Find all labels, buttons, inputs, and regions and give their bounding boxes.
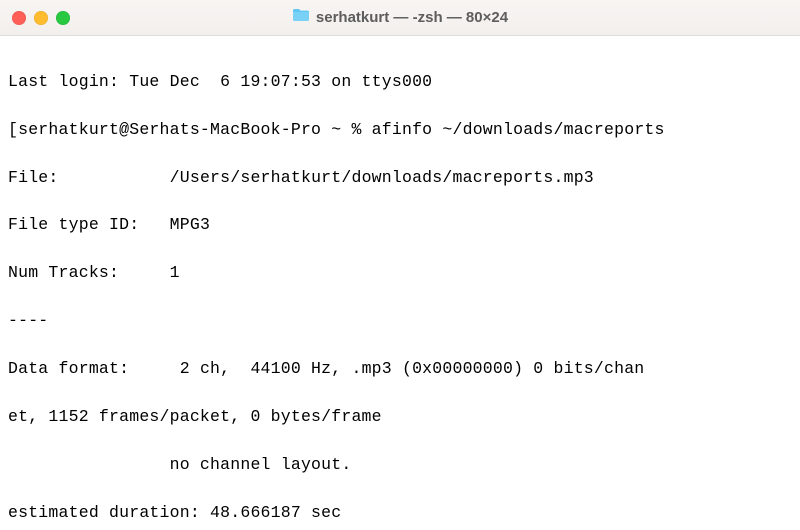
- close-button[interactable]: [12, 11, 26, 25]
- filetype-label: File type ID:: [8, 215, 170, 234]
- window-title: serhatkurt — -zsh — 80×24: [316, 9, 508, 26]
- titlebar: serhatkurt — -zsh — 80×24: [0, 0, 800, 36]
- separator-line: ----: [8, 309, 792, 333]
- traffic-lights: [0, 11, 70, 25]
- prompt-user-host: [serhatkurt@Serhats-MacBook-Pro ~ %: [8, 120, 372, 139]
- prompt-line-1: [serhatkurt@Serhats-MacBook-Pro ~ % afin…: [8, 118, 792, 142]
- zoom-button[interactable]: [56, 11, 70, 25]
- filetype-line: File type ID: MPG3: [8, 213, 792, 237]
- prompt-command: afinfo ~/downloads/macreports: [372, 120, 665, 139]
- numtracks-value: 1: [170, 263, 180, 282]
- numtracks-label: Num Tracks:: [8, 263, 170, 282]
- dataformat-label: Data format:: [8, 359, 180, 378]
- folder-icon: [292, 8, 310, 27]
- dataformat-value-1: 2 ch, 44100 Hz, .mp3 (0x00000000) 0 bits…: [180, 359, 645, 378]
- dataformat-line-3: no channel layout.: [8, 453, 792, 477]
- estimated-duration-line: estimated duration: 48.666187 sec: [8, 501, 792, 525]
- terminal-output[interactable]: Last login: Tue Dec 6 19:07:53 on ttys00…: [0, 36, 800, 530]
- file-value: /Users/serhatkurt/downloads/macreports.m…: [170, 168, 594, 187]
- file-line: File: /Users/serhatkurt/downloads/macrep…: [8, 166, 792, 190]
- filetype-value: MPG3: [170, 215, 210, 234]
- dataformat-line-2: et, 1152 frames/packet, 0 bytes/frame: [8, 405, 792, 429]
- window-title-wrap: serhatkurt — -zsh — 80×24: [0, 8, 800, 27]
- file-label: File:: [8, 168, 170, 187]
- minimize-button[interactable]: [34, 11, 48, 25]
- dataformat-line-1: Data format: 2 ch, 44100 Hz, .mp3 (0x000…: [8, 357, 792, 381]
- last-login-line: Last login: Tue Dec 6 19:07:53 on ttys00…: [8, 70, 792, 94]
- numtracks-line: Num Tracks: 1: [8, 261, 792, 285]
